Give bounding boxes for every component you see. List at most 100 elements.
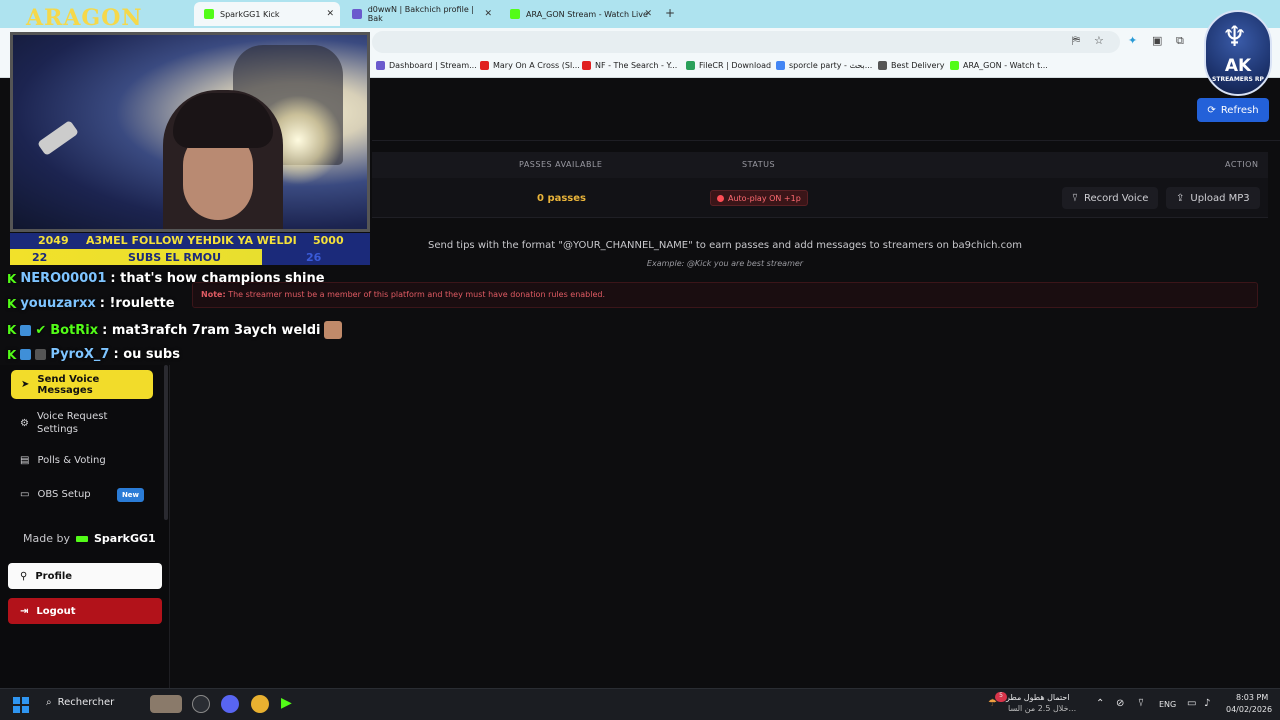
taskbar-search[interactable]: ⌕ Rechercher	[46, 697, 114, 708]
webcam-headphones	[173, 93, 273, 148]
record-voice-label: Record Voice	[1084, 192, 1149, 204]
profile-label: Profile	[35, 570, 73, 582]
made-by-credit: Made by SparkGG1	[23, 532, 156, 545]
tab-label: d0wwN | Bakchich profile | Bak	[367, 5, 474, 23]
column-header-status: STATUS	[742, 160, 776, 169]
sidebar-item-label: OBS Setup	[37, 489, 91, 500]
bookmark-label: sporcle party - بحث...	[789, 61, 873, 70]
logout-button[interactable]: ⇥ Logout	[8, 598, 162, 624]
youtube-icon	[480, 61, 489, 70]
tab-label: ARA_GON Stream - Watch Live	[526, 9, 648, 19]
tab-bakchich-profile[interactable]: d0wwN | Bakchich profile | Bak ✕	[342, 2, 498, 26]
tab-ara-gon-stream[interactable]: ARA_GON Stream - Watch Live ✕	[500, 2, 658, 26]
gear-icon: ⚙	[20, 417, 29, 429]
refresh-button[interactable]: ⟳ Refresh	[1197, 98, 1269, 122]
sidebar-scrollbar[interactable]	[164, 365, 168, 520]
tab-sparkgg1-kick[interactable]: SparkGG1 Kick ✕	[194, 2, 340, 26]
close-tab-icon[interactable]: ✕	[484, 9, 492, 19]
verified-icon: ✔	[35, 322, 47, 338]
bookmark-sporcle-party[interactable]: sporcle party - بحث...	[776, 61, 872, 70]
chrome-icon[interactable]	[251, 695, 269, 713]
record-voice-button[interactable]: ⍢ Record Voice	[1062, 187, 1159, 209]
microphone-tray-icon[interactable]: ⍢	[1138, 698, 1144, 709]
new-badge: New	[117, 488, 144, 502]
kick-logo-icon	[75, 535, 88, 542]
display-icon[interactable]: ▭	[1187, 698, 1196, 709]
bookmark-best-delivery[interactable]: Best Delivery	[878, 61, 944, 70]
chat-username: BotRix	[50, 322, 99, 338]
kick-favicon-icon	[204, 9, 214, 19]
chat-text: : !roulette	[99, 296, 175, 311]
widgets-icon[interactable]	[192, 695, 210, 713]
refresh-label: Refresh	[1220, 104, 1259, 116]
kick-favicon-icon	[510, 9, 520, 19]
chart-icon: ▤	[20, 455, 30, 466]
made-by-prefix: Made by	[23, 532, 70, 545]
screenshot-icon[interactable]: ▣	[1152, 34, 1162, 47]
language-indicator[interactable]: ENG	[1159, 700, 1176, 709]
note-body: The streamer must be a member of this pl…	[228, 290, 606, 299]
weather-text-line2: خلال 2.5 من السا...	[1008, 704, 1077, 713]
network-off-icon[interactable]: ⊘	[1116, 698, 1124, 709]
chat-text: : that's how champions shine	[110, 271, 325, 286]
bookmark-mary-on-a-cross[interactable]: Mary On A Cross (Sl...	[480, 61, 580, 70]
column-header-passes: PASSES AVAILABLE	[519, 160, 603, 169]
subs-goal-target: 26	[306, 251, 322, 264]
made-by-name: SparkGG1	[93, 532, 156, 545]
volume-icon[interactable]: ♪	[1204, 698, 1210, 709]
chat-emote-icon	[324, 321, 343, 339]
new-tab-button[interactable]: +	[665, 6, 675, 20]
sidebar-item-polls-voting[interactable]: ▤ Polls & Voting	[20, 455, 106, 466]
clock-time[interactable]: 8:03 PM	[1236, 693, 1268, 702]
upload-icon: ⇪	[1176, 192, 1185, 204]
extension-icon[interactable]: ✦	[1128, 34, 1137, 47]
chat-message: K NERO00001 : that's how champions shine	[7, 271, 325, 286]
ak-badge-title: AK	[1224, 56, 1252, 76]
bookmark-star-icon[interactable]: ☆	[1094, 34, 1104, 47]
bakchich-favicon-icon	[352, 9, 362, 19]
status-badge: Auto-play ON +1p	[710, 190, 808, 206]
bookmark-ara-gon[interactable]: ARA_GON - Watch t...	[950, 61, 1048, 70]
clock-date[interactable]: 04/02/2026	[1226, 705, 1272, 714]
follow-goal-target: 5000	[313, 234, 344, 247]
discord-icon[interactable]	[221, 695, 239, 713]
search-highlight-icon[interactable]	[150, 695, 182, 713]
logout-icon: ⇥	[20, 605, 29, 617]
status-dot-icon	[717, 194, 724, 202]
bookmark-filecr[interactable]: FileCR | Download	[686, 61, 771, 70]
sidebar-item-send-voice-messages[interactable]: ➤ Send Voice Messages	[11, 370, 153, 399]
translate-icon[interactable]: ⛿	[1072, 34, 1080, 48]
close-tab-icon[interactable]: ✕	[644, 9, 652, 19]
note-text: Note: The streamer must be a member of t…	[201, 290, 605, 299]
tips-info-text: Send tips with the format "@YOUR_CHANNEL…	[428, 240, 1022, 251]
address-bar[interactable]	[372, 31, 1120, 53]
kick-badge-icon: K	[7, 271, 17, 286]
gifter-badge-icon	[35, 349, 47, 360]
kick-app-icon[interactable]: ▶	[281, 695, 299, 713]
aragon-logo: ARAGON	[26, 5, 143, 31]
windows-start-icon[interactable]	[13, 697, 29, 713]
follow-goal-current: 2049	[38, 234, 69, 247]
logout-label: Logout	[36, 605, 76, 617]
bookmark-dashboard[interactable]: Dashboard | Stream...	[376, 61, 477, 70]
search-icon: ⌕	[46, 697, 52, 708]
subs-goal-current: 22	[32, 251, 48, 264]
search-label: Rechercher	[57, 697, 115, 708]
upload-mp3-button[interactable]: ⇪ Upload MP3	[1166, 187, 1260, 209]
kick-badge-icon: K	[7, 296, 17, 311]
tab-label: SparkGG1 Kick	[220, 9, 280, 19]
close-tab-icon[interactable]: ✕	[326, 9, 334, 19]
upload-mp3-label: Upload MP3	[1190, 192, 1250, 204]
sidebar-item-obs-setup[interactable]: ▭ OBS Setup	[20, 489, 91, 500]
eagle-icon: ♆	[1222, 20, 1248, 53]
chat-username: PyroX_7	[50, 347, 110, 362]
kick-badge-icon: K	[7, 347, 17, 362]
monitor-icon: ▭	[20, 489, 30, 500]
bookmark-nf-the-search[interactable]: NF - The Search - Y...	[582, 61, 677, 70]
profile-button[interactable]: ⚲ Profile	[8, 563, 162, 589]
table-header	[372, 152, 1268, 178]
chevron-up-icon[interactable]: ⌃	[1096, 698, 1104, 709]
extensions-puzzle-icon[interactable]: ⧉	[1176, 34, 1184, 48]
microphone-icon: ⍢	[1072, 192, 1078, 204]
sidebar-item-voice-request-settings[interactable]: ⚙ Voice Request Settings	[20, 410, 117, 436]
